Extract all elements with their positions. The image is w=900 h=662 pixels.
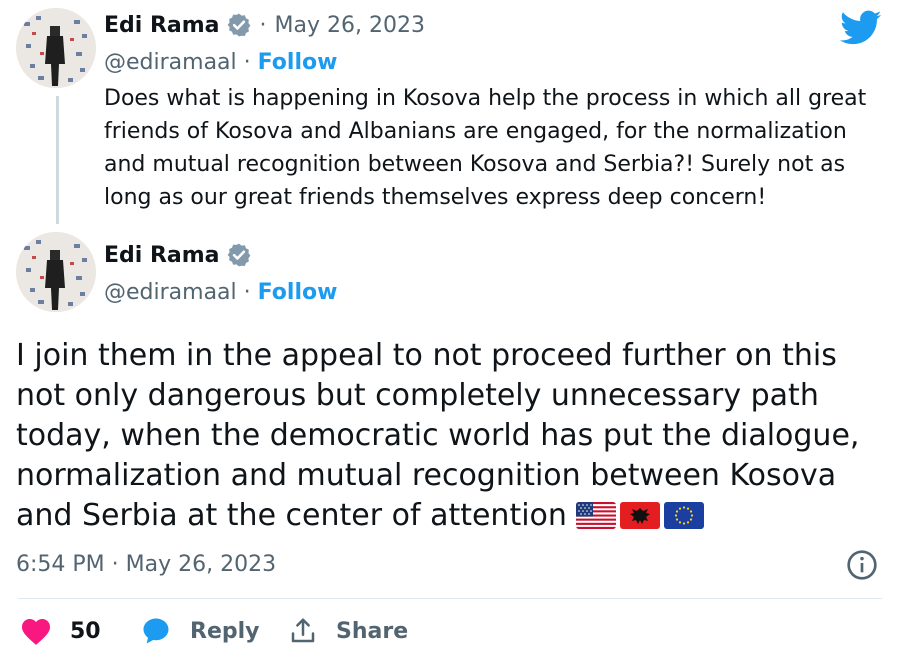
- author-name[interactable]: Edi Rama: [104, 243, 220, 268]
- main-handle-row: @ediramaal · Follow: [104, 280, 337, 305]
- us-flag-icon: [576, 502, 617, 529]
- thread-connector-line: [56, 96, 59, 224]
- avatar[interactable]: [16, 232, 96, 312]
- share-button[interactable]: Share: [288, 616, 408, 646]
- heart-icon: [22, 619, 50, 645]
- avatar-image: [16, 232, 96, 312]
- tweet-timestamp[interactable]: 6:54 PM · May 26, 2023: [16, 552, 276, 577]
- quoted-handle-row: @ediramaal · Follow: [104, 50, 337, 75]
- tweet-date[interactable]: May 26, 2023: [275, 13, 425, 38]
- avatar[interactable]: [16, 8, 96, 88]
- divider: [18, 598, 882, 599]
- follow-button[interactable]: Follow: [258, 280, 338, 305]
- author-handle[interactable]: @ediramaal: [104, 280, 237, 305]
- like-count: 50: [70, 618, 101, 644]
- verified-badge-icon: [227, 13, 250, 37]
- follow-button[interactable]: Follow: [258, 50, 338, 75]
- info-icon[interactable]: [846, 549, 878, 581]
- albania-flag-icon: [620, 502, 661, 529]
- quoted-author-row: Edi Rama · May 26, 2023: [104, 12, 425, 38]
- avatar-image: [16, 8, 96, 88]
- eu-flag-icon: [664, 502, 705, 529]
- reply-button[interactable]: Reply: [140, 616, 260, 646]
- reply-bubble-icon: [143, 618, 169, 644]
- like-button[interactable]: 50: [20, 616, 101, 646]
- separator-dot: ·: [259, 12, 267, 38]
- share-label: Share: [336, 618, 409, 644]
- twitter-bird-icon[interactable]: [840, 10, 882, 46]
- share-icon: [291, 618, 315, 643]
- author-name[interactable]: Edi Rama: [104, 13, 220, 38]
- separator-dot: ·: [243, 280, 251, 305]
- main-tweet-body: I join them in the appeal to not proceed…: [16, 336, 886, 536]
- reply-label: Reply: [190, 618, 260, 644]
- main-tweet-text: I join them in the appeal to not proceed…: [16, 338, 860, 533]
- quoted-tweet-text: Does what is happening in Kosova help th…: [104, 86, 867, 210]
- main-author-row: Edi Rama: [104, 242, 252, 268]
- verified-badge-icon: [227, 243, 250, 267]
- author-handle[interactable]: @ediramaal: [104, 50, 237, 75]
- separator-dot: ·: [243, 50, 251, 75]
